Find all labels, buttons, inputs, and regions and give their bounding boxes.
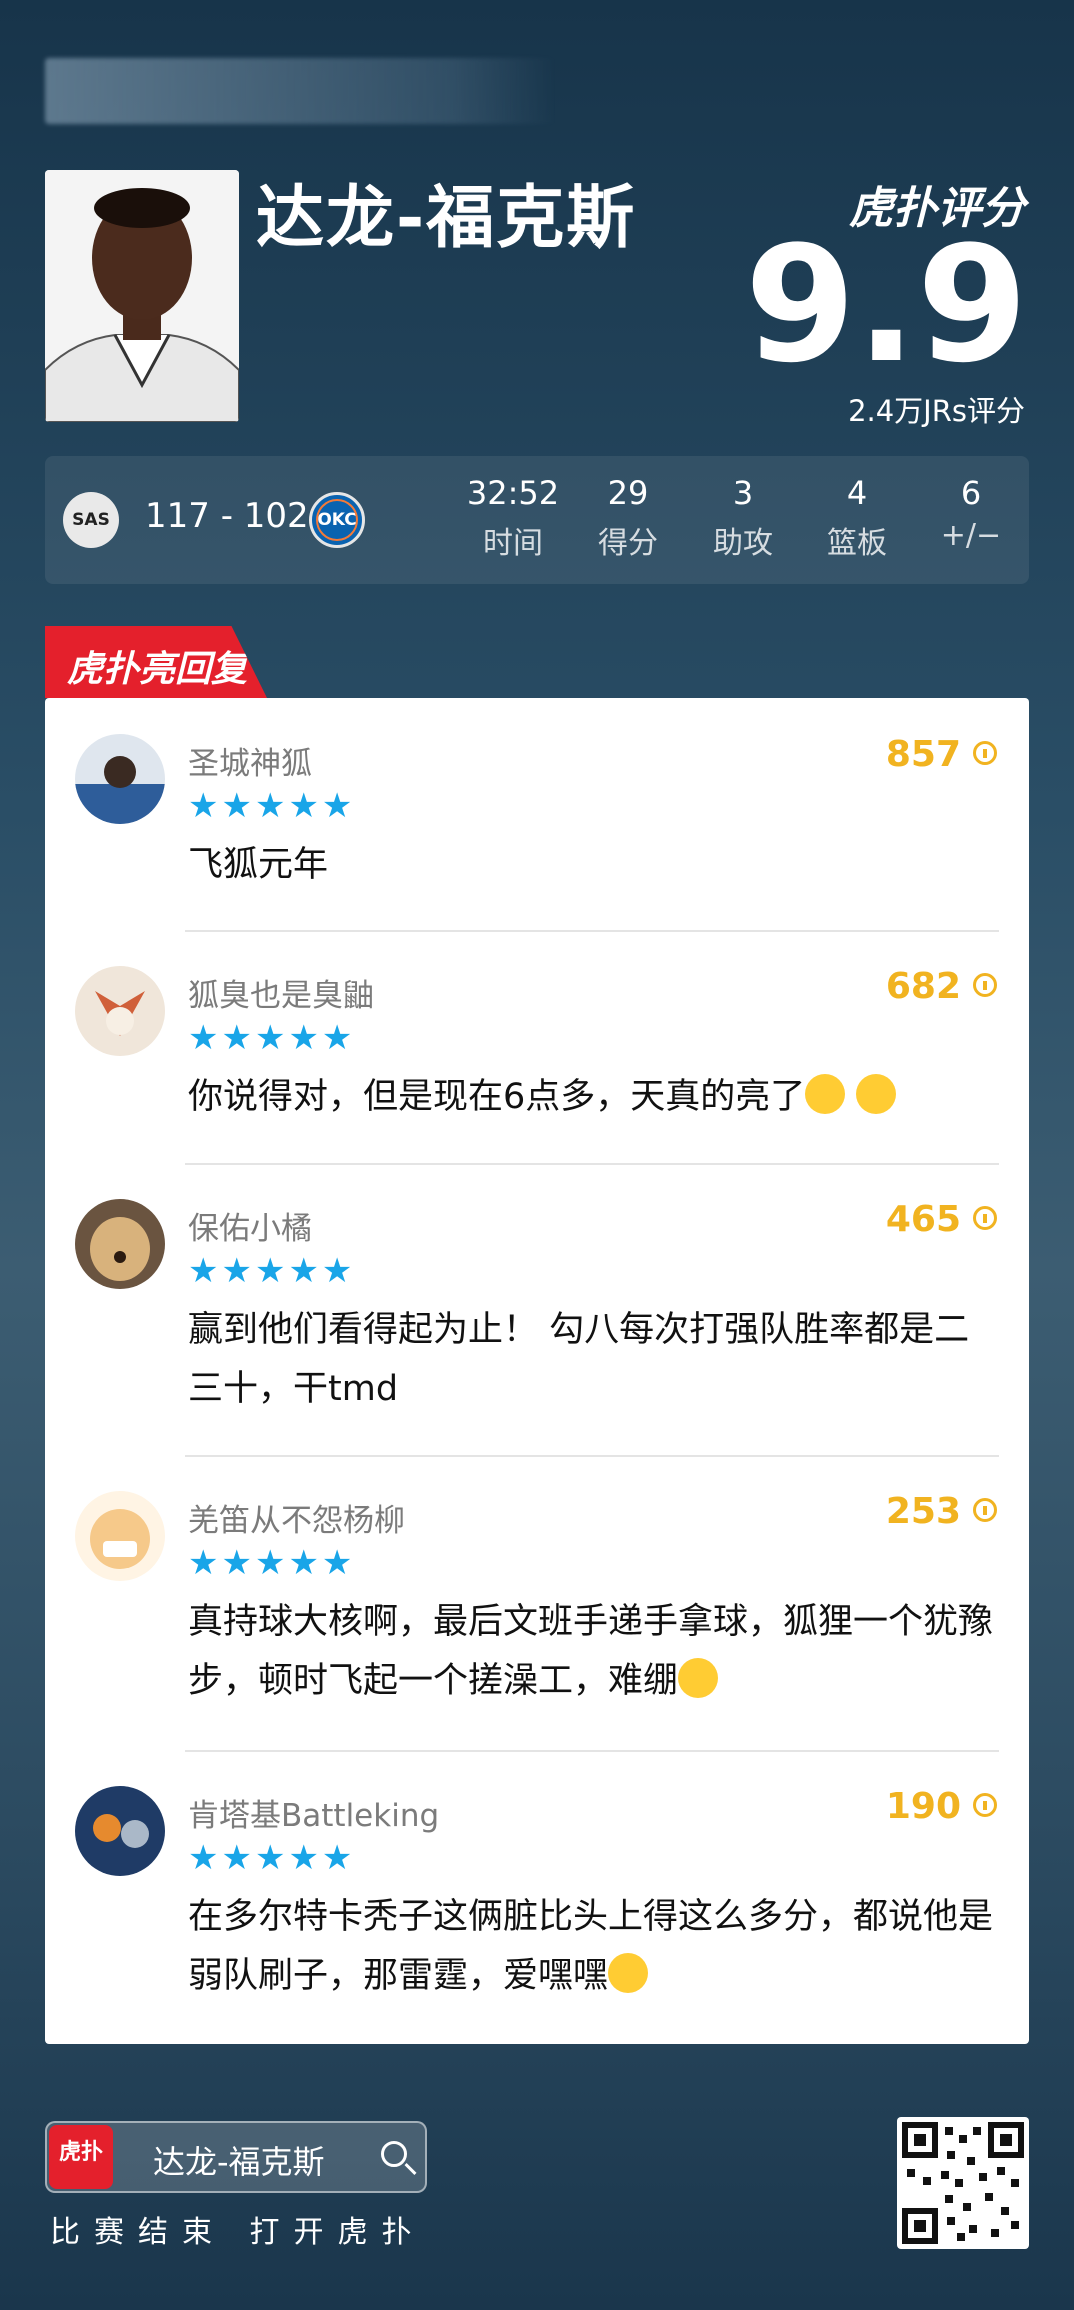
avatar[interactable] (75, 1199, 165, 1289)
like-count-value: 465 (885, 1199, 961, 1240)
stat-value: 4 (846, 474, 868, 512)
stat-rebounds: 4 篮板 (807, 474, 907, 562)
star-rating: ★★★★★ (188, 1251, 356, 1291)
comment-text: 飞狐元年 (188, 845, 329, 885)
star-rating: ★★★★★ (188, 1838, 356, 1878)
stat-label: 助攻 (713, 526, 773, 561)
lightbulb-icon[interactable] (973, 1206, 997, 1230)
qr-code-icon (897, 2117, 1029, 2249)
star-rating: ★★★★★ (188, 786, 356, 826)
search-query: 达龙-福克斯 (153, 2143, 325, 2181)
comment-username[interactable]: 保佑小橘 (188, 1203, 312, 1248)
comment-text-body: 真持球大核啊，最后文班手递手拿球，狐狸一个犹豫步，顿时飞起一个搓澡工，难绷 (188, 1602, 994, 1701)
like-count[interactable]: 253 (886, 1491, 997, 1532)
like-count-value: 190 (885, 1786, 961, 1827)
stat-label: 得分 (598, 526, 658, 561)
star-rating: ★★★★★ (188, 1543, 356, 1583)
stat-assists: 3 助攻 (693, 474, 793, 562)
comment-username[interactable]: 羌笛从不怨杨柳 (188, 1495, 405, 1540)
lightbulb-icon[interactable] (973, 1793, 997, 1817)
like-count[interactable]: 190 (886, 1786, 997, 1827)
game-stats-bar: SAS 117 - 102 OKC 32:52 时间 29 得分 3 助攻 4 … (45, 456, 1029, 584)
divider (185, 1750, 999, 1752)
avatar[interactable] (75, 734, 165, 824)
hupu-app-icon: 虎扑 (49, 2125, 113, 2189)
stat-label: 篮板 (827, 526, 887, 561)
comment-text-body: 在多尔特卡秃子这俩脏比头上得这么多分，都说他是弱队刷子，那雷霆，爱嘿嘿 (188, 1897, 994, 1996)
like-count-value: 253 (885, 1491, 961, 1532)
divider (185, 930, 999, 932)
avatar[interactable] (75, 966, 165, 1056)
divider (185, 1163, 999, 1165)
lightbulb-icon[interactable] (973, 973, 997, 997)
comment-text: 赢到他们看得起为止！ 勾八每次打强队胜率都是二三十，干tmd (188, 1310, 970, 1409)
thunder-logo-icon: OKC (309, 492, 365, 548)
smirk-emoji-icon (805, 1074, 846, 1114)
badge-label: 虎扑亮回复 (67, 649, 248, 690)
lightbulb-icon[interactable] (973, 1498, 997, 1522)
like-count-value: 857 (885, 734, 961, 775)
rating-count: 2.4万JRs评分 (848, 394, 1025, 428)
comment-text: 真持球大核啊，最后文班手递手拿球，狐狸一个犹豫步，顿时飞起一个搓澡工，难绷 (188, 1593, 998, 1711)
stat-label: +/− (940, 518, 1002, 553)
comment-username[interactable]: 肯塔基Battleking (188, 1790, 439, 1835)
game-score: 117 - 102 (145, 496, 309, 536)
smirk-emoji-icon (856, 1074, 897, 1114)
like-count[interactable]: 682 (886, 966, 997, 1007)
stat-label: 时间 (483, 526, 543, 561)
player-name: 达龙-福克斯 (256, 179, 637, 258)
open-app-cta: 比赛结束 打开虎扑 (50, 2215, 426, 2250)
stat-plus-minus: 6 +/− (921, 474, 1021, 553)
stat-minutes: 32:52 时间 (463, 474, 563, 562)
comment-username[interactable]: 狐臭也是臭鼬 (188, 970, 374, 1015)
comments-card: 圣城神狐 ★★★★★ 857 飞狐元年 狐臭也是臭鼬 ★★★★★ 682 你说得… (45, 698, 1029, 2044)
laughing-emoji-icon (678, 1658, 719, 1698)
stat-value: 6 (960, 474, 982, 512)
search-bar[interactable]: 虎扑 达龙-福克斯 (45, 2121, 427, 2193)
like-count[interactable]: 857 (886, 734, 997, 775)
lightbulb-icon[interactable] (973, 741, 997, 765)
avatar[interactable] (75, 1491, 165, 1581)
comment-text: 你说得对，但是现在6点多，天真的亮了 (188, 1068, 998, 1127)
comment-text: 在多尔特卡秃子这俩脏比头上得这么多分，都说他是弱队刷子，那雷霆，爱嘿嘿 (188, 1888, 998, 2006)
stat-points: 29 得分 (578, 474, 678, 562)
player-photo (45, 170, 239, 422)
avatar[interactable] (75, 1786, 165, 1876)
scared-emoji-icon (608, 1953, 649, 1993)
like-count[interactable]: 465 (886, 1199, 997, 1240)
search-icon[interactable] (381, 2141, 407, 2167)
stat-value: 32:52 (466, 474, 560, 512)
star-rating: ★★★★★ (188, 1018, 356, 1058)
rating-value: 9.9 (744, 211, 1028, 398)
blurred-header (45, 58, 555, 124)
spurs-logo-icon: SAS (63, 492, 119, 548)
highlight-replies-badge: 虎扑亮回复 (45, 626, 267, 698)
comment-text-body: 你说得对，但是现在6点多，天真的亮了 (188, 1077, 806, 1117)
divider (185, 1455, 999, 1457)
stat-value: 29 (607, 474, 649, 512)
comment-username[interactable]: 圣城神狐 (188, 738, 312, 783)
like-count-value: 682 (885, 966, 961, 1007)
stat-value: 3 (732, 474, 754, 512)
